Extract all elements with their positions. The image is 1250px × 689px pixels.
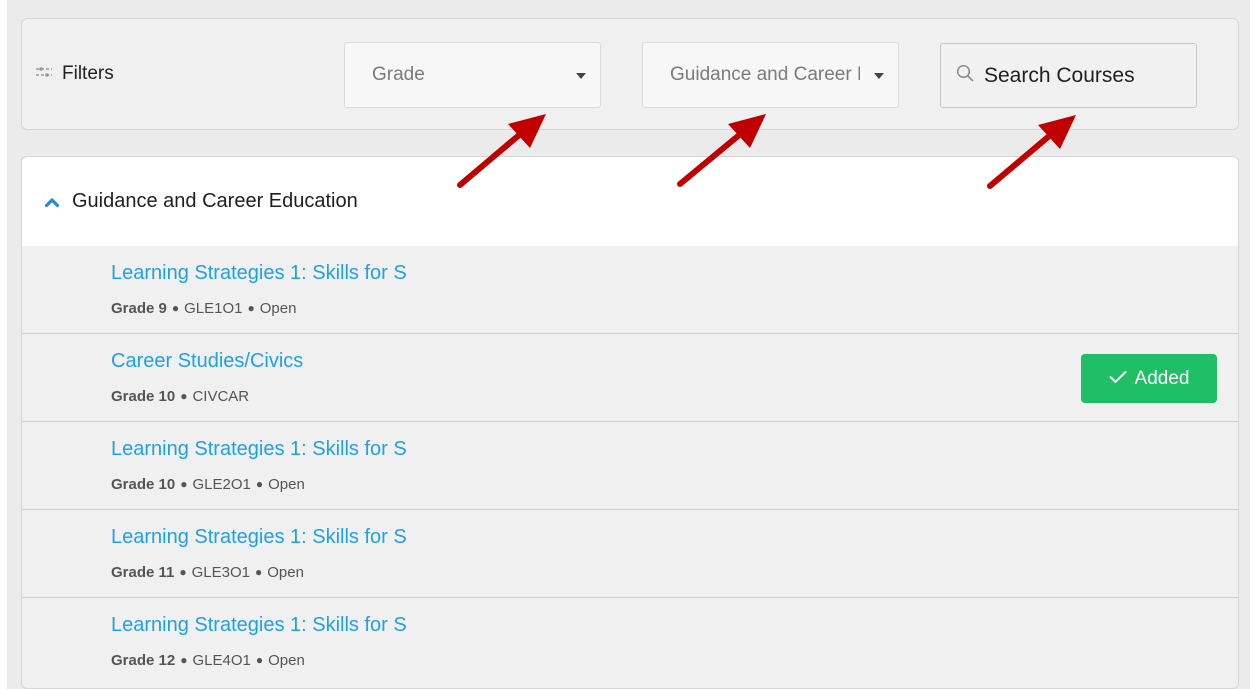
separator-dot: ● <box>255 653 264 667</box>
separator-dot: ● <box>179 565 187 579</box>
subject-select[interactable]: Guidance and Career Education <box>642 42 899 108</box>
course-meta: Grade 11 ● GLE3O1 ● Open <box>111 564 304 581</box>
course-grade: Grade 11 <box>111 564 175 581</box>
course-title-link[interactable]: Learning Strategies 1: Skills for S <box>111 526 407 549</box>
course-code: CIVCAR <box>192 388 250 405</box>
filter-bar: Filters Grade Guidance and Career Educat… <box>21 18 1239 130</box>
course-row: Learning Strategies 1: Skills for S Grad… <box>22 422 1238 510</box>
grade-select-value: Grade <box>372 64 425 85</box>
added-label: Added <box>1134 367 1190 389</box>
chevron-up-icon <box>44 190 60 213</box>
course-grade: Grade 12 <box>111 652 176 669</box>
course-title-link[interactable]: Learning Strategies 1: Skills for S <box>111 262 407 285</box>
separator-dot: ● <box>180 389 188 403</box>
search-courses-button[interactable]: Search Courses <box>940 43 1197 108</box>
separator-dot: ● <box>255 565 263 579</box>
caret-down-icon <box>874 73 884 79</box>
course-grade: Grade 10 <box>111 388 176 405</box>
checkmark-icon <box>1109 368 1127 390</box>
caret-down-icon <box>576 73 586 79</box>
course-meta: Grade 12 ● GLE4O1 ● Open <box>111 652 305 669</box>
course-meta: Grade 9 ● GLE1O1 ● Open <box>111 300 296 317</box>
course-title-link[interactable]: Learning Strategies 1: Skills for S <box>111 614 407 637</box>
course-row: Learning Strategies 1: Skills for S Grad… <box>22 598 1238 686</box>
course-type: Open <box>268 476 305 493</box>
separator-dot: ● <box>180 653 188 667</box>
separator-dot: ● <box>247 301 255 315</box>
section-title: Guidance and Career Education <box>72 190 358 212</box>
grade-select[interactable]: Grade <box>344 42 601 108</box>
filters-label-text: Filters <box>62 63 114 84</box>
course-type: Open <box>267 564 304 581</box>
course-section-panel: Guidance and Career Education Learning S… <box>21 156 1239 689</box>
course-meta: Grade 10 ● GLE2O1 ● Open <box>111 476 305 493</box>
course-code: GLE3O1 <box>191 564 251 581</box>
course-grade: Grade 9 <box>111 300 167 317</box>
added-button[interactable]: Added <box>1081 354 1217 403</box>
sliders-icon <box>35 63 53 85</box>
separator-dot: ● <box>180 477 188 491</box>
course-row: Career Studies/Civics Grade 10 ● CIVCAR Ad… <box>22 334 1238 422</box>
course-type: Open <box>259 300 297 317</box>
separator-dot: ● <box>171 301 180 315</box>
course-meta: Grade 10 ● CIVCAR <box>111 388 249 405</box>
course-title-link[interactable]: Learning Strategies 1: Skills for S <box>111 438 407 461</box>
filters-label: Filters <box>35 59 114 89</box>
course-title-link[interactable]: Career Studies/Civics <box>111 350 303 373</box>
separator-dot: ● <box>255 477 264 491</box>
course-code: GLE4O1 <box>192 652 251 669</box>
course-row: Learning Strategies 1: Skills for S Grad… <box>22 510 1238 598</box>
course-code: GLE2O1 <box>192 476 251 493</box>
search-icon <box>956 64 974 88</box>
subject-select-value: Guidance and Career Education <box>670 64 860 85</box>
course-row: Learning Strategies 1: Skills for S Grad… <box>22 246 1238 334</box>
course-code: GLE1O1 <box>184 300 243 317</box>
course-grade: Grade 10 <box>111 476 176 493</box>
section-header-toggle[interactable]: Guidance and Career Education <box>22 157 1238 246</box>
course-type: Open <box>268 652 305 669</box>
search-courses-label: Search Courses <box>984 63 1135 87</box>
